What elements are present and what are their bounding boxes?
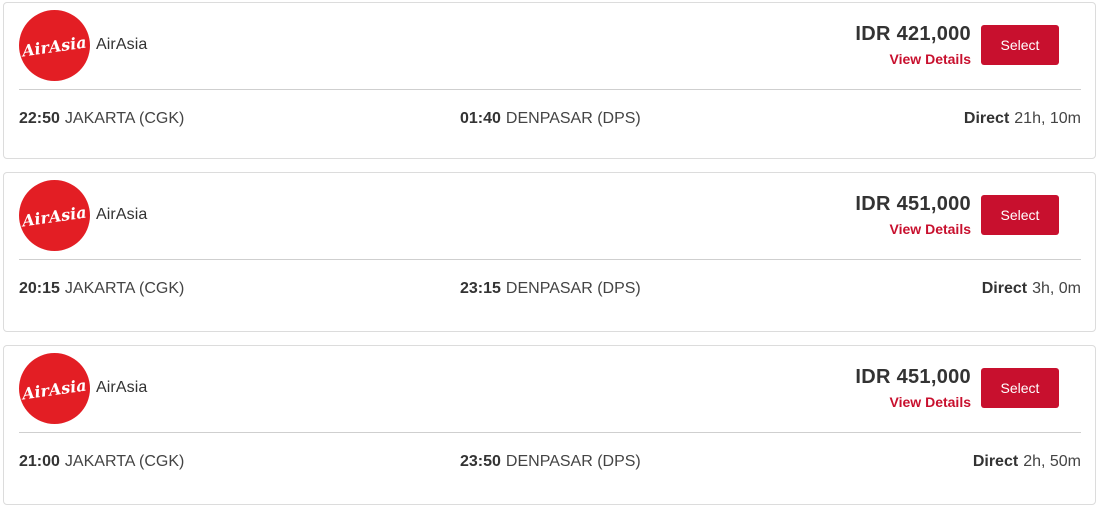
departure-time: 20:15 <box>19 280 60 297</box>
flight-duration: 21h, 10m <box>1014 110 1081 127</box>
arrival-place: DENPASAR (DPS) <box>505 110 641 127</box>
departure: 22:50 JAKARTA (CGK) <box>19 110 184 128</box>
select-flight-button[interactable]: Select <box>981 195 1059 235</box>
arrival: 23:15 DENPASAR (DPS) <box>460 280 641 298</box>
card-divider <box>19 89 1081 90</box>
arrival-place: DENPASAR (DPS) <box>505 453 641 470</box>
airasia-logo-icon: AirAsia <box>19 353 90 424</box>
stop-type: Direct <box>981 280 1028 297</box>
svg-text:AirAsia: AirAsia <box>19 376 88 404</box>
arrival-place: DENPASAR (DPS) <box>505 280 641 297</box>
route-row: 20:15 JAKARTA (CGK) 23:15 DENPASAR (DPS) D… <box>19 280 1081 302</box>
flight-card: AirAsia AirAsia IDR 451,000 View Details… <box>3 345 1096 505</box>
flight-duration: 3h, 0m <box>1032 280 1081 297</box>
departure-time: 22:50 <box>19 110 60 127</box>
select-flight-button[interactable]: Select <box>981 25 1059 65</box>
fare-price: IDR 421,000 <box>855 23 971 45</box>
flight-duration-info: Direct 3h, 0m <box>982 280 1081 298</box>
flight-duration-info: Direct 2h, 50m <box>973 453 1081 471</box>
view-details-link[interactable]: View Details <box>890 394 971 410</box>
fare-price: IDR 451,000 <box>855 193 971 215</box>
airasia-logo-icon: AirAsia <box>19 180 90 251</box>
route-row: 21:00 JAKARTA (CGK) 23:50 DENPASAR (DPS) D… <box>19 453 1081 475</box>
flight-card: AirAsia AirAsia IDR 421,000 View Details… <box>3 2 1096 159</box>
departure-time: 21:00 <box>19 453 60 470</box>
stop-type: Direct <box>972 453 1019 470</box>
departure-place: JAKARTA (CGK) <box>64 280 185 297</box>
route-row: 22:50 JAKARTA (CGK) 01:40 DENPASAR (DPS) D… <box>19 110 1081 132</box>
card-divider <box>19 432 1081 433</box>
select-flight-button[interactable]: Select <box>981 368 1059 408</box>
svg-text:AirAsia: AirAsia <box>19 203 88 231</box>
flight-duration-info: Direct 21h, 10m <box>964 110 1081 128</box>
departure: 21:00 JAKARTA (CGK) <box>19 453 184 471</box>
flight-results-list: AirAsia AirAsia IDR 421,000 View Details… <box>0 0 1100 509</box>
svg-text:AirAsia: AirAsia <box>19 33 88 61</box>
airasia-logo-icon: AirAsia <box>19 10 90 81</box>
flight-card: AirAsia AirAsia IDR 451,000 View Details… <box>3 172 1096 332</box>
view-details-link[interactable]: View Details <box>890 51 971 67</box>
fare-price: IDR 451,000 <box>855 366 971 388</box>
airline-name: AirAsia <box>96 379 148 396</box>
arrival: 23:50 DENPASAR (DPS) <box>460 453 641 471</box>
arrival-time: 23:15 <box>460 280 501 297</box>
arrival: 01:40 DENPASAR (DPS) <box>460 110 641 128</box>
airline-name: AirAsia <box>96 36 148 53</box>
arrival-time: 23:50 <box>460 453 501 470</box>
view-details-link[interactable]: View Details <box>890 221 971 237</box>
arrival-time: 01:40 <box>460 110 501 127</box>
flight-duration: 2h, 50m <box>1023 453 1081 470</box>
stop-type: Direct <box>963 110 1010 127</box>
departure: 20:15 JAKARTA (CGK) <box>19 280 184 298</box>
departure-place: JAKARTA (CGK) <box>64 110 185 127</box>
card-divider <box>19 259 1081 260</box>
airline-name: AirAsia <box>96 206 148 223</box>
departure-place: JAKARTA (CGK) <box>64 453 185 470</box>
